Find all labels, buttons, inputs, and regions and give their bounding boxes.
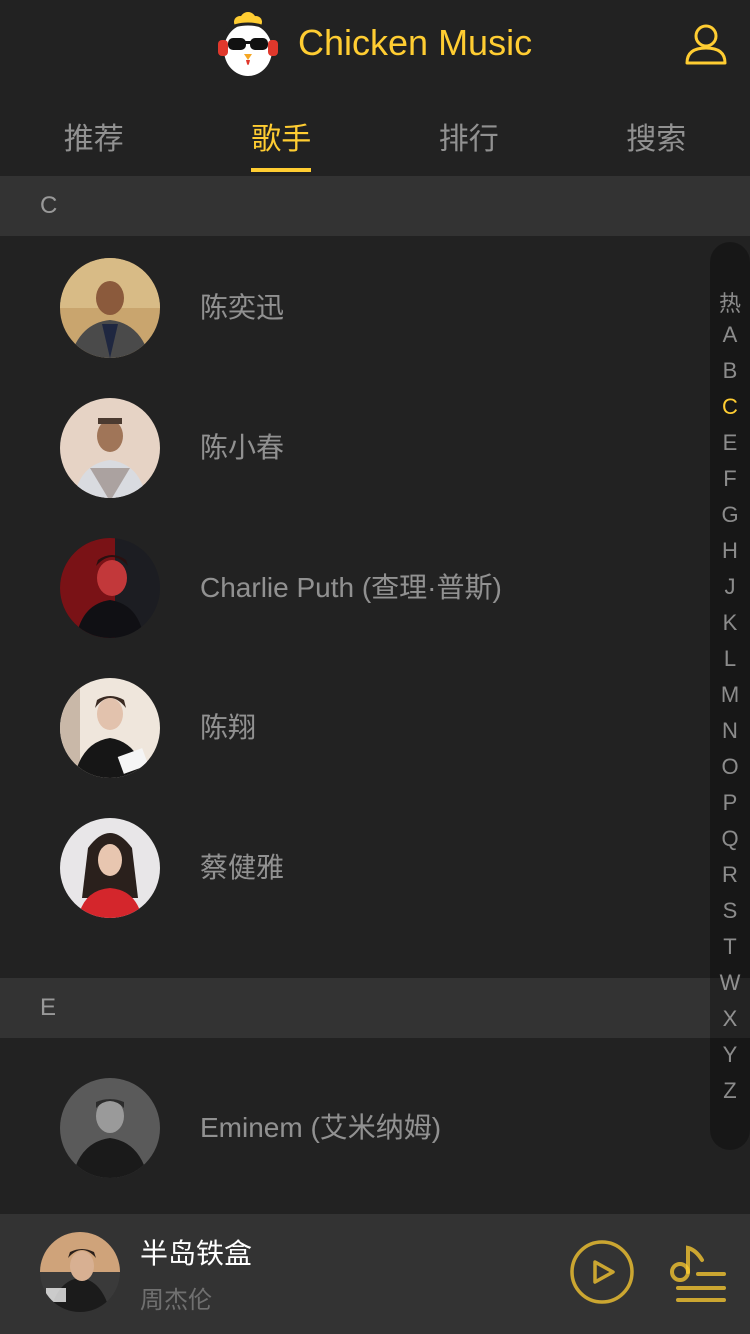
shortcut-letter[interactable]: G — [710, 502, 750, 528]
tab-label: 搜索 — [626, 123, 687, 156]
playlist-icon[interactable] — [666, 1242, 730, 1306]
avatar — [60, 678, 160, 778]
singer-name: 陈奕迅 — [200, 292, 285, 323]
album-cover — [40, 1232, 120, 1312]
shortcut-letter[interactable]: S — [710, 898, 750, 924]
tab-label: 歌手 — [251, 114, 312, 172]
tab-singer[interactable]: 歌手 — [188, 100, 376, 172]
song-artist: 周杰伦 — [140, 1287, 212, 1314]
shortcut-letter[interactable]: X — [710, 1006, 750, 1032]
avatar — [60, 818, 160, 918]
shortcut-letter[interactable]: Z — [710, 1078, 750, 1104]
alphabet-shortcut[interactable]: 热ABCEFGHJKLMNOPQRSTWXYZ — [710, 242, 750, 1150]
list-item[interactable]: 陈翔 — [0, 658, 700, 798]
list-item[interactable]: 陈奕迅 — [0, 238, 700, 378]
shortcut-letter[interactable]: O — [710, 754, 750, 780]
shortcut-letter[interactable]: A — [710, 322, 750, 348]
shortcut-letter[interactable]: B — [710, 358, 750, 384]
avatar — [60, 258, 160, 358]
avatar — [60, 1078, 160, 1178]
tab-rank[interactable]: 排行 — [375, 100, 563, 164]
shortcut-letter[interactable]: M — [710, 682, 750, 708]
singer-name: 陈翔 — [200, 712, 257, 743]
list-item[interactable]: Charlie Puth (查理·普斯) — [0, 518, 700, 658]
shortcut-letter[interactable]: C — [710, 394, 750, 420]
shortcut-letter[interactable]: Q — [710, 826, 750, 852]
song-title: 半岛铁盒 — [140, 1238, 253, 1269]
singer-name: 蔡健雅 — [200, 852, 285, 883]
tab-bar: 推荐 歌手 排行 搜索 — [0, 100, 750, 172]
avatar — [60, 538, 160, 638]
tab-label: 推荐 — [63, 123, 124, 156]
shortcut-letter[interactable]: R — [710, 862, 750, 888]
group-title: E — [0, 978, 750, 1038]
header: Chicken Music — [0, 0, 750, 88]
shortcut-letter[interactable]: L — [710, 646, 750, 672]
group-title: C — [0, 176, 750, 236]
user-icon[interactable] — [684, 22, 728, 66]
list-item[interactable]: 蔡健雅 — [0, 798, 700, 938]
avatar — [60, 398, 160, 498]
list-item[interactable]: 陈小春 — [0, 378, 700, 518]
chicken-logo-icon — [218, 12, 278, 76]
shortcut-letter[interactable]: J — [710, 574, 750, 600]
tab-recommend[interactable]: 推荐 — [0, 100, 188, 164]
tab-label: 排行 — [438, 123, 499, 156]
shortcut-letter[interactable]: F — [710, 466, 750, 492]
shortcut-letter[interactable]: T — [710, 934, 750, 960]
shortcut-letter[interactable]: W — [710, 970, 750, 996]
singer-name: Eminem (艾米纳姆) — [200, 1112, 442, 1143]
tab-search[interactable]: 搜索 — [563, 100, 750, 164]
shortcut-letter[interactable]: 热 — [710, 286, 750, 318]
list-item[interactable]: Eminem (艾米纳姆) — [0, 1058, 700, 1198]
shortcut-letter[interactable]: E — [710, 430, 750, 456]
singer-name: Charlie Puth (查理·普斯) — [200, 572, 502, 603]
singer-name: 陈小春 — [200, 432, 285, 463]
app-title: Chicken Music — [298, 22, 533, 63]
shortcut-letter[interactable]: Y — [710, 1042, 750, 1068]
play-icon[interactable] — [568, 1238, 636, 1306]
shortcut-letter[interactable]: K — [710, 610, 750, 636]
mini-player[interactable]: 半岛铁盒 周杰伦 — [0, 1214, 750, 1334]
shortcut-letter[interactable]: P — [710, 790, 750, 816]
shortcut-letter[interactable]: N — [710, 718, 750, 744]
shortcut-letter[interactable]: H — [710, 538, 750, 564]
